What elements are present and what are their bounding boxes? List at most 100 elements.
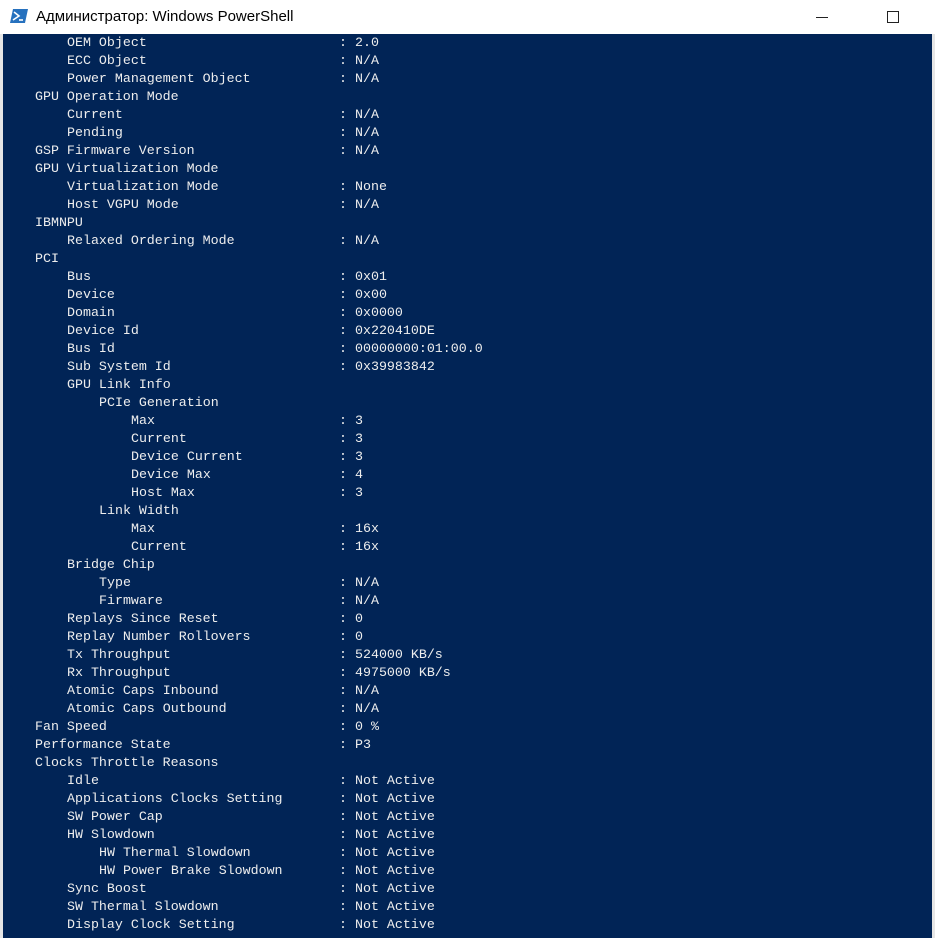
console-line-label: Display Clock Setting xyxy=(67,917,235,932)
console-line-separator: : xyxy=(339,683,347,698)
console-line-label: Performance State xyxy=(35,737,171,752)
console-line-value: 0x0000 xyxy=(355,305,403,320)
console-line-separator: : xyxy=(339,53,347,68)
console-line: Performance State: P3 xyxy=(3,736,932,754)
title-bar[interactable]: Администратор: Windows PowerShell xyxy=(0,0,935,34)
console-line-separator: : xyxy=(339,341,347,356)
console-line-value: N/A xyxy=(355,71,379,86)
console-line-value: Not Active xyxy=(355,863,435,878)
console-line-label: Atomic Caps Inbound xyxy=(67,683,219,698)
maximize-button[interactable] xyxy=(871,0,915,34)
console-line-label: Replay Number Rollovers xyxy=(67,629,251,644)
console-line-value: 0x39983842 xyxy=(355,359,435,374)
console-lines: OEM Object:2.0 ECC Object: N/A Power Manage… xyxy=(3,34,932,934)
console-line-label: HW Thermal Slowdown xyxy=(99,845,251,860)
console-line-label: Applications Clocks Setting xyxy=(67,791,283,806)
console-line: Host VGPU Mode: N/A xyxy=(3,196,932,214)
console-line: Atomic Caps Inbound: N/A xyxy=(3,682,932,700)
console-line-separator: : xyxy=(339,269,347,284)
console-line-label: Bus Id xyxy=(67,341,115,356)
console-line: SW Thermal Slowdown: Not Active xyxy=(3,898,932,916)
console-line-value: 0x220410DE xyxy=(355,323,435,338)
console-line: Current:3 xyxy=(3,430,932,448)
console-line-value: 3 xyxy=(355,413,363,428)
console-line-label: Sync Boost xyxy=(67,881,147,896)
console-line: Replays Since Reset:0 xyxy=(3,610,932,628)
console-line-label: Max xyxy=(131,413,155,428)
console-line: Domain:0x0000 xyxy=(3,304,932,322)
console-line: ECC Object: N/A xyxy=(3,52,932,70)
console-line-value: Not Active xyxy=(355,845,435,860)
console-line-value: 3 xyxy=(355,431,363,446)
console-line-label: HW Slowdown xyxy=(67,827,155,842)
console-line-separator: : xyxy=(339,485,347,500)
console-line-value: 2.0 xyxy=(355,35,379,50)
console-line-value: N/A xyxy=(355,107,379,122)
console-line-separator: : xyxy=(339,611,347,626)
console-line: HW Thermal Slowdown: Not Active xyxy=(3,844,932,862)
console-line-label: Firmware xyxy=(99,593,163,608)
console-line-label: Host Max xyxy=(131,485,195,500)
console-line: Applications Clocks Setting: Not Active xyxy=(3,790,932,808)
console-line-value: Not Active xyxy=(355,827,435,842)
console-line: Current: N/A xyxy=(3,106,932,124)
console-line-separator: : xyxy=(339,323,347,338)
console-line-value: P3 xyxy=(355,737,371,752)
console-line-separator: : xyxy=(339,107,347,122)
console-line: PCI xyxy=(3,250,932,268)
console-line: GPU Virtualization Mode xyxy=(3,160,932,178)
minimize-button[interactable] xyxy=(800,0,844,34)
console-line: Replay Number Rollovers:0 xyxy=(3,628,932,646)
console-line: Type: N/A xyxy=(3,574,932,592)
console-line-separator: : xyxy=(339,737,347,752)
console-line-separator: : xyxy=(339,521,347,536)
console-line-label: Host VGPU Mode xyxy=(67,197,179,212)
console-line-value: N/A xyxy=(355,197,379,212)
console-line: PCIe Generation xyxy=(3,394,932,412)
console-line: Current:16x xyxy=(3,538,932,556)
console-line: GPU Link Info xyxy=(3,376,932,394)
console-line-value: Not Active xyxy=(355,809,435,824)
console-line: Display Clock Setting: Not Active xyxy=(3,916,932,934)
console-line-label: Idle xyxy=(67,773,99,788)
console-line: IBMNPU xyxy=(3,214,932,232)
console-line-label: Bridge Chip xyxy=(67,557,155,572)
console-line: GPU Operation Mode xyxy=(3,88,932,106)
console-line-label: Pending xyxy=(67,125,123,140)
console-line-separator: : xyxy=(339,287,347,302)
console-line-label: GPU Operation Mode xyxy=(35,89,179,104)
console-line-value: 0x00 xyxy=(355,287,387,302)
console-line-label: Type xyxy=(99,575,131,590)
console-line-label: Device xyxy=(67,287,115,302)
console-line-label: Clocks Throttle Reasons xyxy=(35,755,219,770)
console-line: Tx Throughput:524000 KB/s xyxy=(3,646,932,664)
console-line: Device Max:4 xyxy=(3,466,932,484)
console-output[interactable]: OEM Object:2.0 ECC Object: N/A Power Manage… xyxy=(3,34,932,938)
console-line: Virtualization Mode: None xyxy=(3,178,932,196)
console-line-separator: : xyxy=(339,899,347,914)
console-line-value: 00000000:01:00.0 xyxy=(355,341,483,356)
console-line-label: OEM Object xyxy=(67,35,147,50)
console-line-separator: : xyxy=(339,467,347,482)
console-line-value: 0x01 xyxy=(355,269,387,284)
console-line-separator: : xyxy=(339,719,347,734)
console-line-label: Max xyxy=(131,521,155,536)
console-line: Power Management Object: N/A xyxy=(3,70,932,88)
console-line-label: SW Power Cap xyxy=(67,809,163,824)
maximize-icon xyxy=(887,11,899,23)
console-line: Device Current:3 xyxy=(3,448,932,466)
console-line: Relaxed Ordering Mode: N/A xyxy=(3,232,932,250)
console-line-separator: : xyxy=(339,791,347,806)
console-line-value: N/A xyxy=(355,125,379,140)
console-line-value: 3 xyxy=(355,485,363,500)
console-line-value: N/A xyxy=(355,701,379,716)
console-line-value: 3 xyxy=(355,449,363,464)
console-line-label: Virtualization Mode xyxy=(67,179,219,194)
console-line-separator: : xyxy=(339,413,347,428)
console-line-separator: : xyxy=(339,701,347,716)
console-line: Bus:0x01 xyxy=(3,268,932,286)
console-line-separator: : xyxy=(339,863,347,878)
console-line-label: Link Width xyxy=(99,503,179,518)
console-line-label: Device Id xyxy=(67,323,139,338)
console-line-value: Not Active xyxy=(355,899,435,914)
